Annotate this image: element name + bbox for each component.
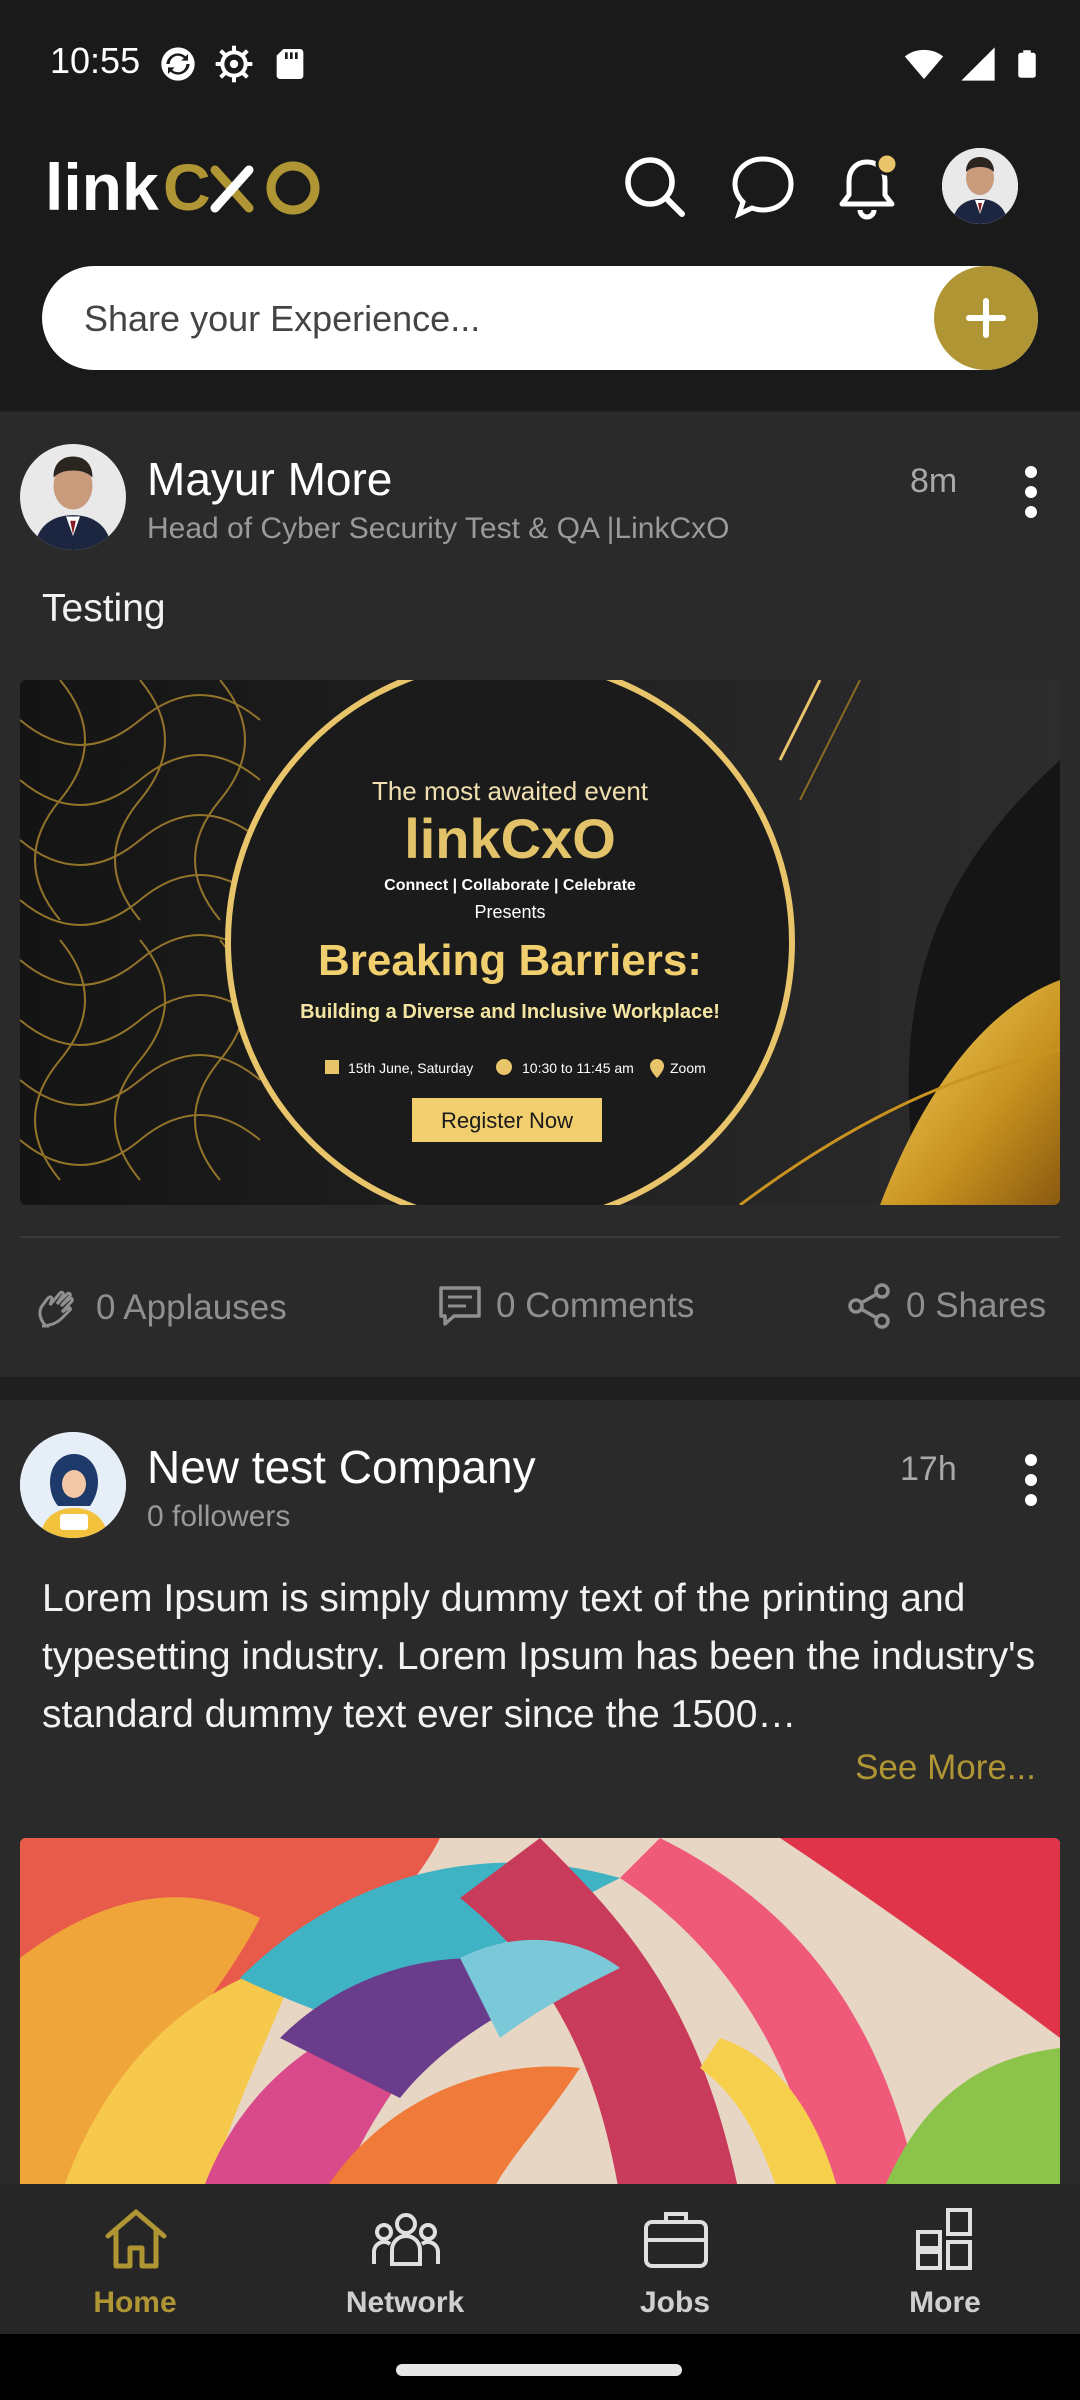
status-time: 10:55 bbox=[50, 40, 141, 81]
add-post-button[interactable] bbox=[934, 266, 1038, 370]
nav-more-label: More bbox=[909, 2286, 981, 2319]
banner-logo: linkCxO bbox=[404, 807, 616, 870]
home-gesture-handle[interactable] bbox=[396, 2364, 682, 2376]
event-banner-image[interactable]: The most awaited event linkCxO Connect |… bbox=[20, 680, 1060, 1205]
person-photo-icon bbox=[20, 444, 126, 550]
search-icon[interactable] bbox=[620, 152, 690, 222]
comment-button[interactable]: 0 Comments bbox=[436, 1282, 694, 1330]
applause-count: 0 Applauses bbox=[96, 1288, 287, 1327]
more-options-icon[interactable] bbox=[1016, 464, 1046, 520]
wifi-icon bbox=[904, 49, 944, 79]
app-header: link C Share your Experience... bbox=[0, 130, 1080, 410]
nav-network[interactable]: Network bbox=[270, 2184, 540, 2334]
post-time: 8m bbox=[910, 462, 958, 500]
nav-jobs-label: Jobs bbox=[639, 2286, 711, 2319]
banner-tagline: Connect | Collaborate | Celebrate bbox=[384, 877, 636, 894]
more-options-icon[interactable] bbox=[1016, 1452, 1046, 1508]
banner-kicker: The most awaited event bbox=[372, 776, 649, 806]
post-card: New test Company 0 followers 17h Lorem I… bbox=[0, 1400, 1080, 2184]
banner-subheadline: Building a Diverse and Inclusive Workpla… bbox=[300, 1001, 720, 1023]
nav-home-label: Home bbox=[93, 2286, 177, 2319]
post-card: Mayur More Head of Cyber Security Test &… bbox=[0, 412, 1080, 1377]
post-text: Lorem Ipsum is simply dummy text of the … bbox=[42, 1577, 1036, 1736]
grid-icon bbox=[916, 2208, 972, 2270]
svg-text:link: link bbox=[45, 150, 159, 224]
home-icon bbox=[105, 2209, 167, 2269]
svg-text:C: C bbox=[163, 150, 211, 224]
divider bbox=[20, 1236, 1060, 1238]
share-placeholder: Share your Experience... bbox=[84, 298, 481, 339]
battery-icon bbox=[1018, 50, 1036, 78]
banner-register-button: Register Now bbox=[441, 1108, 573, 1133]
author-avatar[interactable] bbox=[20, 444, 126, 550]
applause-button[interactable]: 0 Applauses bbox=[32, 1282, 287, 1334]
post-actions: 0 Applauses 0 Comments 0 Shares bbox=[0, 1282, 1080, 1352]
plus-icon bbox=[966, 298, 1006, 338]
share-button[interactable]: 0 Shares bbox=[846, 1282, 1046, 1330]
nav-more[interactable]: More bbox=[810, 2184, 1080, 2334]
notification-bell-icon[interactable] bbox=[832, 152, 902, 222]
company-avatar[interactable] bbox=[20, 1432, 126, 1538]
comment-icon bbox=[439, 1286, 481, 1326]
cellular-signal-icon bbox=[961, 47, 995, 81]
company-logo-icon bbox=[20, 1432, 126, 1538]
author-headline: Head of Cyber Security Test & QA |LinkCx… bbox=[147, 512, 730, 545]
sync-icon bbox=[161, 47, 195, 81]
sd-card-icon bbox=[276, 49, 304, 79]
person-photo-icon bbox=[942, 148, 1018, 224]
author-name[interactable]: New test Company bbox=[147, 1440, 536, 1494]
applause-icon bbox=[38, 1290, 74, 1328]
abstract-art-image[interactable] bbox=[20, 1838, 1060, 2184]
share-count: 0 Shares bbox=[906, 1286, 1047, 1325]
briefcase-icon bbox=[644, 2212, 708, 2268]
linkcxo-logo[interactable]: link C bbox=[45, 148, 345, 228]
share-icon bbox=[848, 1283, 890, 1329]
author-followers: 0 followers bbox=[147, 1500, 291, 1533]
network-icon bbox=[372, 2213, 440, 2266]
see-more-link[interactable]: See More... bbox=[855, 1748, 1036, 1788]
nav-home[interactable]: Home bbox=[0, 2184, 270, 2334]
settings-icon bbox=[215, 45, 253, 83]
profile-avatar[interactable] bbox=[942, 148, 1018, 224]
post-time: 17h bbox=[900, 1450, 957, 1488]
banner-date: 15th June, Saturday bbox=[348, 1060, 473, 1076]
author-name[interactable]: Mayur More bbox=[147, 452, 392, 506]
app-screen: 10:55 link C Share your Experience... Ma… bbox=[0, 0, 1080, 2400]
bottom-navigation: Home Network Jobs More bbox=[0, 2184, 1080, 2334]
comment-count: 0 Comments bbox=[496, 1286, 695, 1325]
status-bar: 10:55 bbox=[0, 0, 1080, 130]
nav-network-label: Network bbox=[345, 2286, 465, 2319]
gesture-navigation-area bbox=[0, 2334, 1080, 2400]
share-experience-input[interactable]: Share your Experience... bbox=[42, 266, 1038, 370]
nav-jobs[interactable]: Jobs bbox=[540, 2184, 810, 2334]
chat-bubble-icon[interactable] bbox=[728, 152, 798, 222]
banner-venue: Zoom bbox=[670, 1060, 706, 1076]
banner-headline: Breaking Barriers: bbox=[318, 936, 702, 985]
banner-presents: Presents bbox=[474, 902, 545, 922]
post-text: Testing bbox=[42, 587, 166, 630]
banner-time: 10:30 to 11:45 am bbox=[522, 1060, 634, 1076]
